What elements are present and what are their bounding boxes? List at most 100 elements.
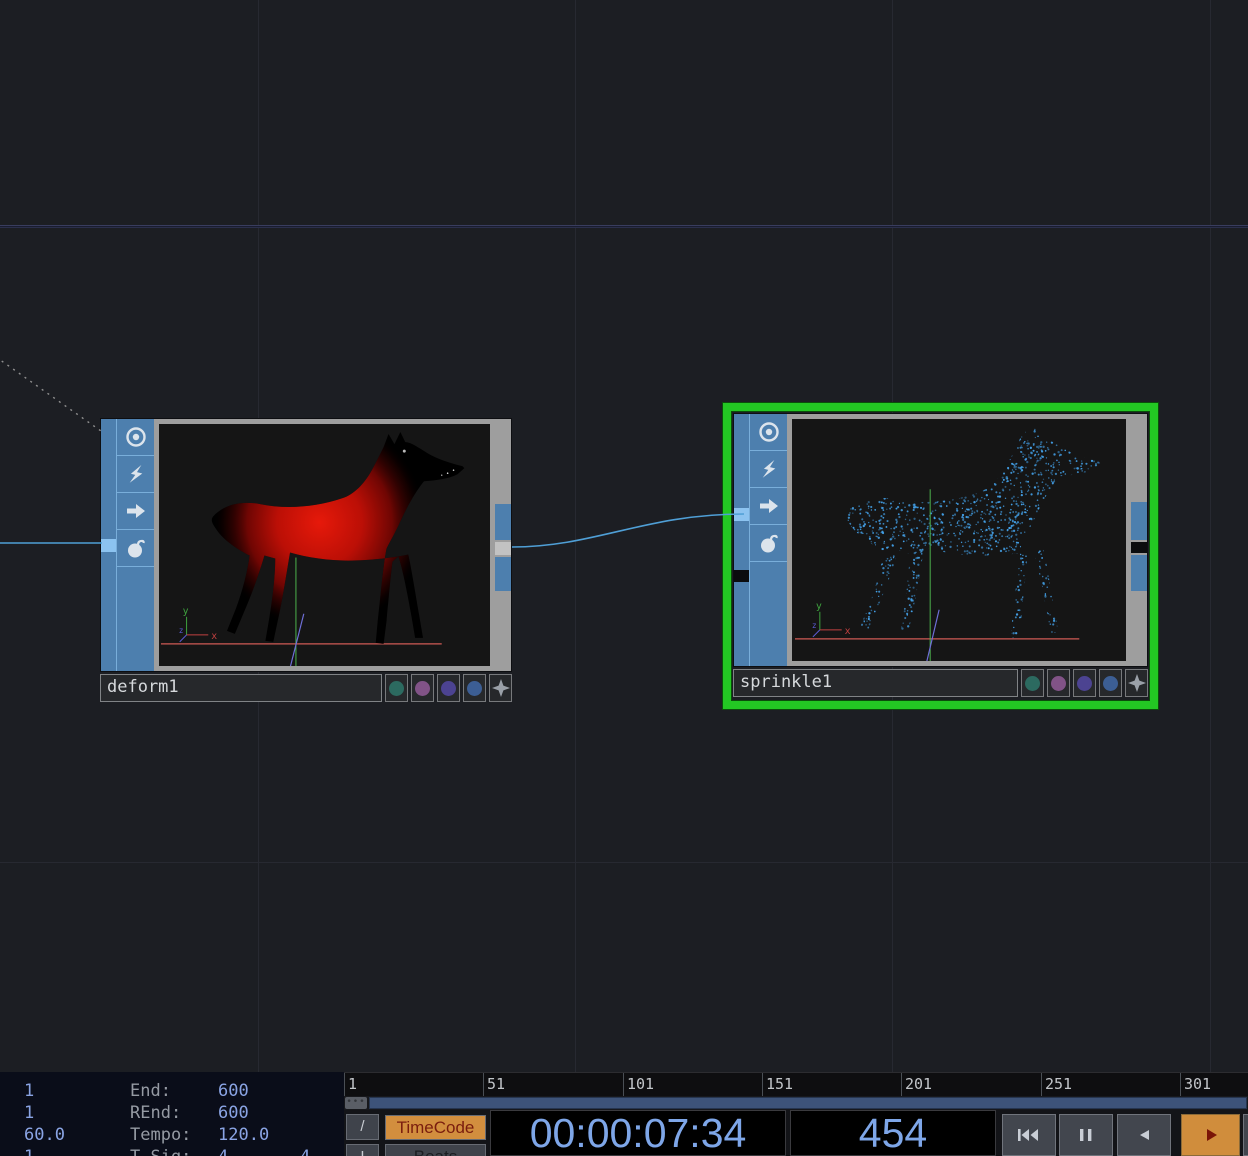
play-forward-button[interactable] (1181, 1114, 1240, 1156)
output-strip[interactable] (1131, 414, 1147, 666)
node-viewer[interactable]: y x z (154, 419, 495, 671)
network-editor[interactable]: y x z deform1 (0, 0, 1248, 1156)
deform1-to-sprinkle1-wire[interactable] (512, 514, 744, 547)
playbar-info-value: 600 (218, 1103, 249, 1123)
playbar-info-label: Tempo: (130, 1125, 191, 1145)
output-scroll-segment[interactable] (495, 557, 511, 591)
export-flag-icon[interactable] (117, 493, 154, 530)
node-body[interactable]: y x z (733, 413, 1148, 667)
viewer-active-flag-icon[interactable] (117, 419, 154, 456)
flag-column-spacer (750, 562, 787, 666)
flag-column-spacer (117, 567, 154, 671)
node-viewer[interactable]: y x z (787, 414, 1131, 666)
family-star-icon[interactable] (1125, 669, 1148, 697)
palette-swatch[interactable] (411, 674, 434, 702)
ruler-tick (623, 1073, 624, 1096)
ruler-tick-label: 51 (487, 1075, 505, 1093)
timeline-ruler[interactable]: 151101151201251301 (344, 1072, 1248, 1096)
playbar-info-value: 4 (218, 1147, 228, 1156)
playbar-info-value: 600 (218, 1081, 249, 1101)
z-axis-line (926, 610, 939, 661)
input-strip[interactable] (734, 414, 750, 666)
selection-border: y x z sprinkle1 (723, 403, 1158, 709)
palette-swatch[interactable] (1073, 669, 1096, 697)
palette-swatch[interactable] (1099, 669, 1122, 697)
swatch-color-dot (1103, 676, 1118, 691)
pause-button[interactable] (1059, 1114, 1113, 1156)
node-name-field[interactable]: sprinkle1 (733, 669, 1018, 697)
play-reverse-button[interactable] (1117, 1114, 1171, 1156)
flag-column (750, 414, 787, 666)
ruler-tick-label: 201 (905, 1075, 932, 1093)
deform1-viewport-scene: y x z (159, 424, 490, 666)
ruler-tick (483, 1073, 484, 1096)
timeline-range-bar[interactable] (369, 1097, 1247, 1109)
node-sprinkle1[interactable]: y x z sprinkle1 (733, 413, 1148, 697)
timecode-value: 00:00:07:34 (530, 1110, 747, 1156)
playbar-info-value: 1 (24, 1147, 34, 1156)
bypass-flag-icon[interactable] (750, 525, 787, 562)
palette-swatch[interactable] (1047, 669, 1070, 697)
swatch-color-dot (1077, 676, 1092, 691)
playbar-info-value: 4 (300, 1147, 310, 1156)
flag-column (117, 419, 154, 671)
svg-text:y: y (183, 606, 189, 617)
mode-slash-button[interactable]: / (346, 1114, 379, 1140)
ruler-tick-label: 1 (348, 1075, 357, 1093)
mode-i-button[interactable]: I (346, 1144, 379, 1156)
transport-extra-button[interactable] (1243, 1114, 1248, 1156)
ruler-tick-label: 101 (627, 1075, 654, 1093)
output-connector[interactable] (495, 542, 511, 555)
ruler-tick-label: 251 (1045, 1075, 1072, 1093)
export-flag-icon[interactable] (750, 488, 787, 525)
grid-line (0, 862, 1248, 863)
playbar-info-value: 120.0 (218, 1125, 269, 1145)
deer-red-shading (212, 432, 465, 644)
output-strip[interactable] (495, 419, 511, 671)
input-strip[interactable] (101, 419, 117, 671)
ruler-tick-label: 301 (1184, 1075, 1211, 1093)
frame-display: 454 (790, 1110, 996, 1156)
ruler-tick-label: 151 (766, 1075, 793, 1093)
output-scroll-segment[interactable] (1131, 502, 1147, 540)
playbar-info-label: REnd: (130, 1103, 181, 1123)
jump-to-start-button[interactable] (1002, 1114, 1056, 1156)
input-connector[interactable] (101, 539, 116, 552)
grid-line (1210, 0, 1211, 1072)
timecode-display: 00:00:07:34 (490, 1110, 786, 1156)
palette-swatch[interactable] (385, 674, 408, 702)
output-scroll-segment[interactable] (1131, 555, 1147, 591)
viewer-active-flag-icon[interactable] (750, 414, 787, 451)
timeline-scroll-row: ••• (344, 1096, 1248, 1110)
ruler-tick (762, 1073, 763, 1096)
palette-swatch[interactable] (437, 674, 460, 702)
node-name-bar: sprinkle1 (733, 669, 1148, 697)
timeline-scroll-handle-icon[interactable]: ••• (345, 1097, 367, 1109)
timecode-mode-button[interactable]: TimeCode (385, 1115, 486, 1140)
node-name-field[interactable]: deform1 (100, 674, 382, 702)
bypass-flag-icon[interactable] (117, 530, 154, 567)
cook-flag-icon[interactable] (750, 451, 787, 488)
grid-origin-line (0, 225, 1248, 228)
input-connector[interactable] (734, 508, 749, 521)
swatch-color-dot (1025, 676, 1040, 691)
cook-flag-icon[interactable] (117, 456, 154, 493)
palette-swatch[interactable] (463, 674, 486, 702)
playbar-info-label: T.Sig: (130, 1147, 191, 1156)
playbar-info-label: End: (130, 1081, 171, 1101)
beats-mode-button[interactable]: Beats (385, 1144, 486, 1156)
input-strip-notch (734, 570, 749, 582)
node-deform1[interactable]: y x z deform1 (100, 418, 512, 702)
palette-swatch[interactable] (1021, 669, 1044, 697)
playbar-controls: / I TimeCode Beats 00:00:07:34 454 (344, 1110, 1248, 1156)
ruler-tick (1041, 1073, 1042, 1096)
family-star-icon[interactable] (489, 674, 512, 702)
node-name-bar: deform1 (100, 674, 512, 702)
svg-text:z: z (812, 621, 817, 630)
node-body[interactable]: y x z (100, 418, 512, 672)
deer-eye (403, 450, 406, 453)
svg-text:x: x (845, 626, 851, 637)
svg-text:x: x (211, 631, 217, 642)
axis-gizmo: y x z (812, 601, 851, 637)
output-scroll-segment[interactable] (495, 504, 511, 540)
